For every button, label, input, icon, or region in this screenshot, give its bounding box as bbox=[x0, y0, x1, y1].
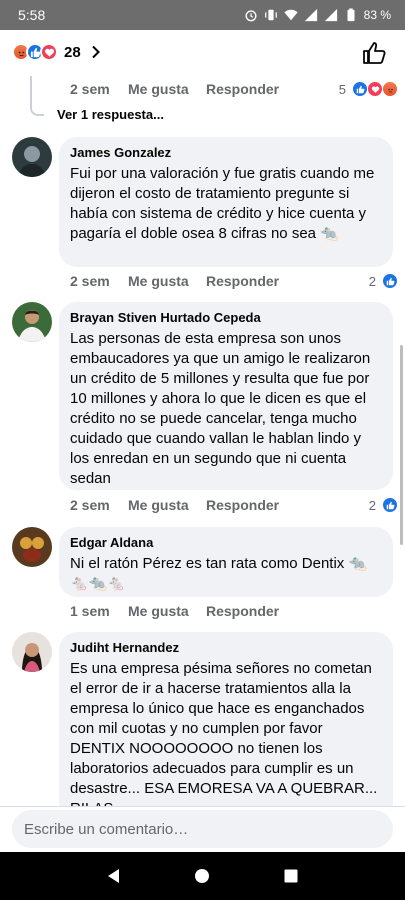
like-reaction-icon bbox=[382, 273, 398, 289]
scrollbar[interactable] bbox=[400, 345, 403, 545]
recents-icon[interactable] bbox=[282, 867, 300, 885]
like-link[interactable]: Me gusta bbox=[128, 497, 206, 513]
signal-icon-2 bbox=[324, 8, 337, 22]
view-replies-link[interactable]: Ver 1 respuesta... bbox=[57, 107, 164, 122]
reply-link[interactable]: Responder bbox=[206, 81, 339, 97]
comment-bubble[interactable]: Brayan Stiven Hurtado Cepeda Las persona… bbox=[59, 302, 393, 490]
comment-bubble[interactable]: Edgar Aldana Ni el ratón Pérez es tan ra… bbox=[59, 527, 393, 597]
reply-link[interactable]: Responder bbox=[206, 603, 395, 619]
home-icon[interactable] bbox=[193, 867, 211, 885]
comment-actions: 2 sem Me gusta Responder 2 bbox=[70, 495, 398, 515]
comment-bubble[interactable]: James Gonzalez Fui por una valoración y … bbox=[59, 137, 393, 267]
comment-reaction-count: 5 bbox=[338, 81, 346, 97]
comment-reactions[interactable]: 5 bbox=[338, 81, 398, 97]
reactions-header: 28 bbox=[0, 30, 405, 74]
reply-link[interactable]: Responder bbox=[206, 273, 369, 289]
reply-link[interactable]: Responder bbox=[206, 497, 369, 513]
like-button-icon[interactable] bbox=[361, 40, 387, 66]
love-reaction-icon bbox=[367, 81, 383, 97]
avatar[interactable] bbox=[12, 302, 52, 342]
alarm-icon bbox=[245, 10, 257, 22]
comment-actions: 1 sem Me gusta Responder bbox=[70, 601, 395, 621]
comment-time: 2 sem bbox=[70, 273, 110, 289]
like-link[interactable]: Me gusta bbox=[128, 603, 206, 619]
status-icons: 83 % bbox=[244, 8, 391, 22]
avatar[interactable] bbox=[12, 632, 52, 672]
previous-comment-actions: 2 sem Me gusta Responder 5 bbox=[70, 79, 398, 99]
comment-text: Las personas de esta empresa son unos em… bbox=[70, 330, 371, 487]
battery-percent: 83 % bbox=[363, 8, 391, 22]
like-link[interactable]: Me gusta bbox=[128, 81, 206, 97]
comment-text: Es una empresa pésima señores no cometan… bbox=[70, 660, 378, 806]
comment-author[interactable]: Edgar Aldana bbox=[70, 534, 381, 552]
chevron-right-icon[interactable] bbox=[89, 45, 103, 59]
comment-text: Fui por una valoración y fue gratis cuan… bbox=[70, 165, 375, 242]
reply-thread-line bbox=[30, 76, 44, 116]
status-bar: 5:58 83 % bbox=[0, 0, 405, 30]
back-icon[interactable] bbox=[105, 867, 123, 885]
comment-bubble[interactable]: Judiht Hernandez Es una empresa pésima s… bbox=[59, 632, 393, 806]
like-link[interactable]: Me gusta bbox=[128, 273, 206, 289]
reaction-summary[interactable] bbox=[12, 43, 58, 61]
comment-author[interactable]: Brayan Stiven Hurtado Cepeda bbox=[70, 309, 381, 327]
comment-time: 2 sem bbox=[70, 81, 110, 97]
comment-actions: 2 sem Me gusta Responder 2 bbox=[70, 271, 398, 291]
wifi-icon bbox=[284, 9, 298, 21]
love-reaction-icon bbox=[40, 43, 58, 61]
comment-reactions[interactable]: 2 bbox=[368, 273, 398, 289]
reaction-count[interactable]: 28 bbox=[64, 44, 81, 61]
avatar[interactable] bbox=[12, 137, 52, 177]
battery-icon bbox=[347, 8, 355, 22]
comment-reactions[interactable]: 2 bbox=[368, 497, 398, 513]
avatar[interactable] bbox=[12, 527, 52, 567]
comment: Edgar Aldana Ni el ratón Pérez es tan ra… bbox=[12, 527, 393, 597]
comment-reaction-count: 2 bbox=[368, 497, 376, 513]
signal-icon bbox=[304, 8, 317, 22]
comment: Brayan Stiven Hurtado Cepeda Las persona… bbox=[12, 302, 393, 490]
angry-reaction-icon bbox=[382, 81, 398, 97]
status-time: 5:58 bbox=[18, 7, 46, 23]
comment-author[interactable]: Judiht Hernandez bbox=[70, 639, 381, 657]
comment-reaction-count: 2 bbox=[368, 273, 376, 289]
comment-author[interactable]: James Gonzalez bbox=[70, 144, 381, 162]
comment-text: Ni el ratón Pérez es tan rata como Denti… bbox=[70, 555, 368, 592]
comment: Judiht Hernandez Es una empresa pésima s… bbox=[12, 632, 393, 806]
like-reaction-icon bbox=[352, 81, 368, 97]
comment-time: 2 sem bbox=[70, 497, 110, 513]
vibrate-icon bbox=[264, 9, 277, 21]
comment-input[interactable] bbox=[12, 810, 393, 848]
system-nav-bar bbox=[0, 852, 405, 900]
comment: James Gonzalez Fui por una valoración y … bbox=[12, 137, 393, 267]
comment-time: 1 sem bbox=[70, 603, 110, 619]
comment-composer bbox=[0, 806, 405, 851]
like-reaction-icon bbox=[382, 497, 398, 513]
